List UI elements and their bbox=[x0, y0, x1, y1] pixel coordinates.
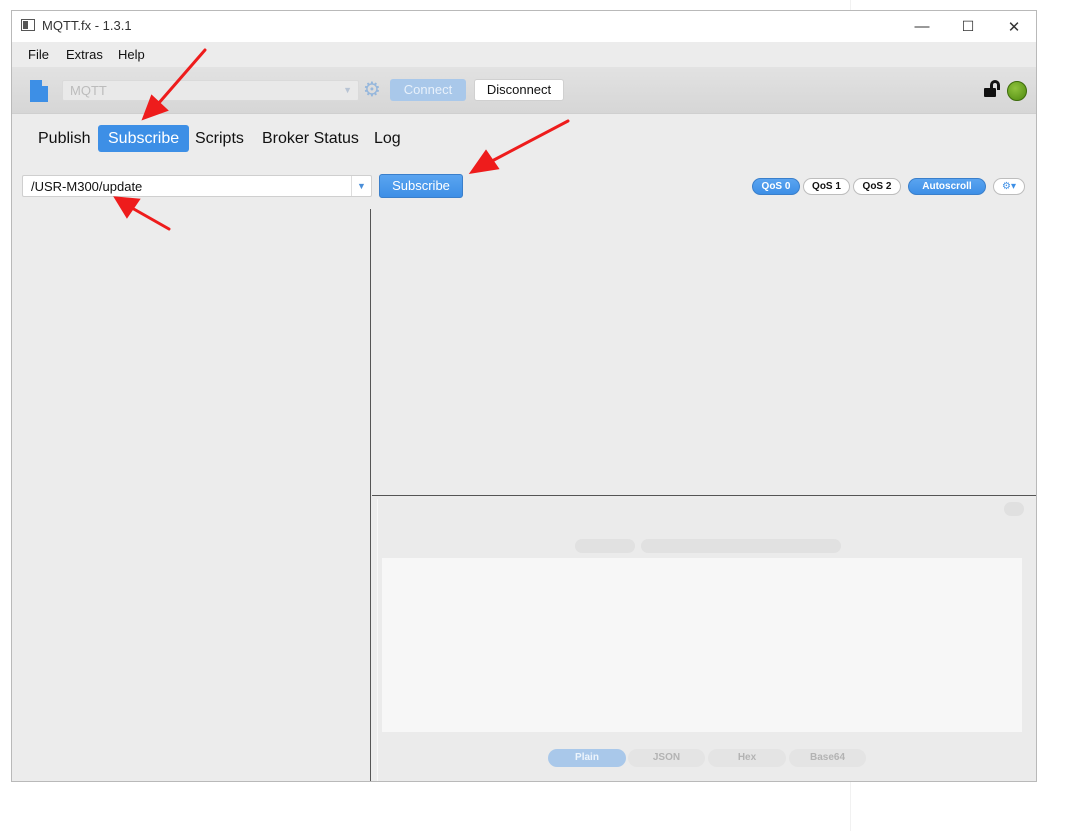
topic-value: /USR-M300/update bbox=[31, 179, 143, 194]
chevron-down-icon[interactable]: ▼ bbox=[351, 176, 371, 196]
document-icon[interactable] bbox=[30, 80, 48, 102]
connect-button[interactable]: Connect bbox=[390, 79, 466, 101]
payload-area bbox=[382, 558, 1022, 732]
format-json[interactable]: JSON bbox=[628, 749, 705, 767]
status-led-icon bbox=[1007, 81, 1027, 101]
app-logo-icon bbox=[21, 19, 35, 31]
qos1-toggle[interactable]: QoS 1 bbox=[803, 178, 850, 195]
tab-publish[interactable]: Publish bbox=[28, 125, 100, 152]
close-button[interactable]: ✕ bbox=[991, 11, 1036, 42]
tab-scripts[interactable]: Scripts bbox=[185, 125, 254, 152]
tab-broker-status[interactable]: Broker Status bbox=[252, 125, 369, 152]
chevron-down-icon: ▼ bbox=[343, 85, 352, 95]
menu-extras[interactable]: Extras bbox=[66, 47, 103, 62]
app-window: MQTT.fx - 1.3.1 — ☐ ✕ File Extras Help M… bbox=[11, 10, 1037, 782]
connection-profile-value: MQTT bbox=[70, 83, 107, 98]
detail-meta-placeholder bbox=[641, 539, 841, 553]
gear-icon[interactable]: ⚙ bbox=[363, 79, 381, 101]
unlock-icon bbox=[984, 80, 1002, 100]
subscribe-button[interactable]: Subscribe bbox=[379, 174, 463, 198]
menu-help[interactable]: Help bbox=[118, 47, 145, 62]
detail-topic-placeholder bbox=[575, 539, 635, 553]
tab-subscribe[interactable]: Subscribe bbox=[98, 125, 190, 152]
qos2-toggle[interactable]: QoS 2 bbox=[853, 178, 901, 195]
window-title: MQTT.fx - 1.3.1 bbox=[42, 18, 132, 33]
detail-placeholder-button bbox=[1004, 502, 1024, 516]
topic-input[interactable]: /USR-M300/update ▼ bbox=[22, 175, 372, 197]
message-detail-inner: Plain JSON Hex Base64 bbox=[377, 499, 1036, 781]
connection-profile-select[interactable]: MQTT ▼ bbox=[62, 80, 359, 101]
connection-toolbar: MQTT ▼ ⚙ Connect Disconnect bbox=[12, 67, 1036, 114]
disconnect-button[interactable]: Disconnect bbox=[474, 79, 564, 101]
qos0-toggle[interactable]: QoS 0 bbox=[752, 178, 800, 195]
menu-file[interactable]: File bbox=[28, 47, 49, 62]
title-bar: MQTT.fx - 1.3.1 — ☐ ✕ bbox=[12, 11, 1036, 42]
tab-log[interactable]: Log bbox=[364, 125, 411, 152]
message-detail-pane: Plain JSON Hex Base64 bbox=[372, 496, 1036, 781]
maximize-button[interactable]: ☐ bbox=[945, 11, 991, 42]
menu-bar: File Extras Help bbox=[12, 42, 1036, 67]
main-tabs: Publish Subscribe Scripts Broker Status … bbox=[12, 125, 1036, 155]
format-plain[interactable]: Plain bbox=[548, 749, 626, 767]
subscriptions-list bbox=[12, 209, 371, 781]
messages-list bbox=[372, 209, 1036, 495]
autoscroll-toggle[interactable]: Autoscroll bbox=[908, 178, 986, 195]
format-base64[interactable]: Base64 bbox=[789, 749, 866, 767]
minimize-button[interactable]: — bbox=[899, 11, 945, 42]
settings-dropdown-icon[interactable]: ⚙▾ bbox=[993, 178, 1025, 195]
format-hex[interactable]: Hex bbox=[708, 749, 786, 767]
